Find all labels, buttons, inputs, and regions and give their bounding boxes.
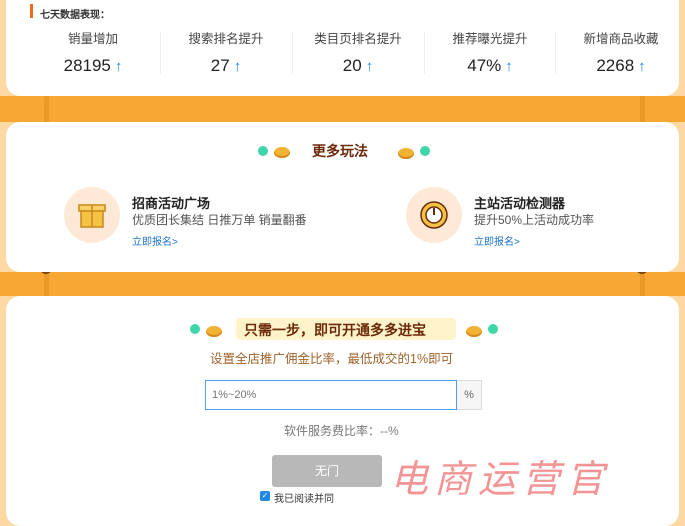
coin-icon [274, 147, 290, 158]
stat-exposure: 推荐曝光提升 47% ↑ [425, 28, 555, 76]
stat-favorites: 新增商品收藏 2268 ↑ [556, 28, 685, 76]
promo-desc: 提升50%上活动成功率 [474, 213, 595, 227]
gift-icon [64, 187, 120, 243]
setup-title: 只需一步，即可开通多多进宝 [244, 322, 426, 338]
stat-value: 27 [210, 56, 230, 75]
setup-subtitle: 设置全店推广佣金比率，最低成交的1%即可 [210, 352, 454, 366]
promo-title: 招商活动广场 [132, 196, 211, 211]
coin-icon [466, 326, 482, 337]
agree-text: 我已阅读并同 [274, 494, 334, 505]
gauge-icon [406, 187, 462, 243]
more-title: 更多玩法 [312, 143, 368, 159]
orange-band-top [0, 96, 685, 122]
decor-dot [420, 146, 430, 156]
stat-value: 2268 [596, 56, 635, 75]
stat-label: 新增商品收藏 [583, 32, 659, 46]
stat-label: 搜索排名提升 [188, 32, 264, 46]
stat-label: 类目页排名提升 [314, 32, 402, 46]
signup-link-activity-square[interactable]: 立即报名> [132, 233, 178, 248]
arrow-up-icon: ↑ [114, 58, 123, 75]
stat-label: 推荐曝光提升 [452, 32, 528, 46]
stat-search-rank: 搜索排名提升 27 ↑ [161, 28, 291, 76]
stats-title-accent [30, 4, 33, 18]
arrow-up-icon: ↑ [505, 58, 513, 75]
coin-icon [398, 148, 414, 159]
signup-link-activity-detector[interactable]: 立即报名> [474, 233, 520, 248]
service-fee-text: 软件服务费比率：--% [284, 424, 399, 438]
arrow-up-icon: ↑ [233, 58, 242, 75]
commission-rate-input[interactable] [205, 380, 457, 410]
stat-category-rank: 类目页排名提升 20 ↑ [293, 28, 423, 76]
arrow-up-icon: ↑ [638, 58, 646, 75]
percent-suffix: % [457, 380, 482, 410]
watermark: 电商运营官 [390, 457, 611, 501]
stats-title: 七天数据表现： [40, 10, 110, 21]
decor-dot [488, 324, 498, 334]
promo-desc: 优质团长集结 日推万单 销量翻番 [132, 213, 307, 227]
promo-title: 主站活动检测器 [474, 196, 566, 211]
decor-dot [258, 146, 268, 156]
orange-band-middle [0, 272, 685, 296]
agree-checkbox[interactable]: ✓ [260, 491, 270, 501]
decor-dot [190, 324, 200, 334]
arrow-up-icon: ↑ [365, 58, 374, 75]
coin-icon [206, 326, 222, 337]
stat-sales: 销量增加 28195 ↑ [28, 28, 158, 76]
stat-label: 销量增加 [67, 32, 118, 46]
submit-button[interactable]: 无门 [272, 455, 382, 487]
stat-value: 28195 [63, 56, 111, 75]
stat-value: 47% [467, 56, 502, 75]
stat-value: 20 [342, 56, 362, 75]
